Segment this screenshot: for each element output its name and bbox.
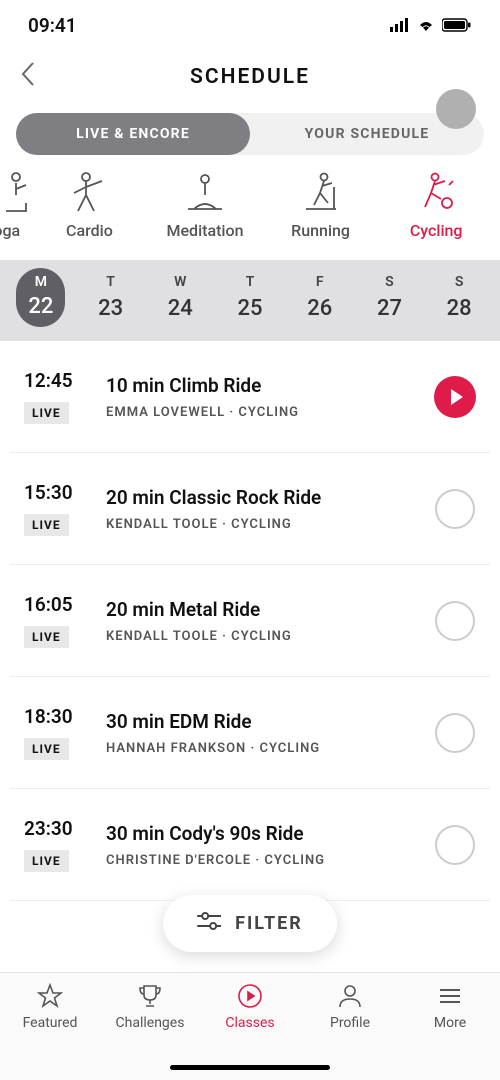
live-badge: LIVE [24, 850, 69, 872]
day-letter: M [35, 274, 47, 290]
tab-label: Challenges [116, 1015, 185, 1031]
menu-icon [437, 983, 463, 1009]
class-time: 16:05 [24, 593, 73, 616]
day-letter: W [174, 274, 186, 290]
class-row[interactable]: 23:30 LIVE 30 min Cody's 90s Ride CHRIST… [10, 789, 490, 901]
day-number: 25 [238, 296, 263, 321]
day-fri[interactable]: F 26 [285, 274, 355, 327]
category-label: Meditation [166, 221, 243, 240]
class-row[interactable]: 18:30 LIVE 30 min EDM Ride HANNAH FRANKS… [10, 677, 490, 789]
tab-label: More [434, 1015, 466, 1031]
category-label: Cycling [410, 221, 463, 240]
category-label: Running [291, 221, 350, 240]
play-circle-icon [237, 983, 263, 1009]
category-strip[interactable]: oga Cardio Meditation Running Cycling [0, 171, 500, 260]
class-row[interactable]: 12:45 LIVE 10 min Climb Ride EMMA LOVEWE… [10, 341, 490, 453]
play-button[interactable] [434, 376, 476, 418]
status-icons [390, 14, 472, 37]
day-mon[interactable]: M 22 [6, 274, 76, 327]
live-badge: LIVE [24, 626, 69, 648]
filter-button[interactable]: FILTER [163, 895, 337, 952]
class-time: 12:45 [24, 369, 73, 392]
class-title: 30 min Cody's 90s Ride [106, 822, 414, 845]
home-indicator[interactable] [170, 1065, 330, 1070]
avatar[interactable] [436, 89, 476, 129]
tab-label: Profile [330, 1015, 370, 1031]
filter-icon [197, 911, 221, 936]
filter-label: FILTER [235, 913, 303, 934]
select-circle[interactable] [435, 713, 475, 753]
class-title: 30 min EDM Ride [106, 710, 414, 733]
day-number: 28 [447, 296, 472, 321]
star-icon [37, 983, 63, 1009]
day-letter: S [455, 274, 464, 290]
day-tue[interactable]: T 23 [76, 274, 146, 327]
yoga-icon [0, 171, 28, 213]
class-title: 10 min Climb Ride [106, 374, 414, 397]
date-strip: M 22 T 23 W 24 T 25 F 26 S 27 S 28 [0, 260, 500, 341]
class-subtitle: CHRISTINE D'ERCOLE · CYCLING [106, 853, 414, 868]
cycling-icon [415, 171, 457, 213]
class-subtitle: EMMA LOVEWELL · CYCLING [106, 405, 414, 420]
category-label: Cardio [66, 221, 113, 240]
back-button[interactable] [20, 61, 36, 94]
category-meditation[interactable]: Meditation [152, 171, 258, 240]
wifi-icon [416, 14, 436, 37]
live-badge: LIVE [24, 738, 69, 760]
day-wed[interactable]: W 24 [145, 274, 215, 327]
class-row[interactable]: 16:05 LIVE 20 min Metal Ride KENDALL TOO… [10, 565, 490, 677]
day-number: 24 [168, 296, 193, 321]
day-letter: F [316, 274, 324, 290]
class-title: 20 min Classic Rock Ride [106, 486, 414, 509]
status-bar: 09:41 [0, 0, 500, 45]
day-letter: T [106, 274, 115, 290]
tab-live-encore[interactable]: LIVE & ENCORE [16, 113, 250, 155]
day-letter: S [385, 274, 394, 290]
tab-more[interactable]: More [405, 983, 495, 1080]
day-sun[interactable]: S 28 [424, 274, 494, 327]
meditation-icon [184, 171, 226, 213]
status-time: 09:41 [28, 14, 77, 37]
select-circle[interactable] [435, 489, 475, 529]
cardio-icon [68, 171, 110, 213]
play-icon [448, 389, 463, 405]
select-circle[interactable] [435, 825, 475, 865]
category-cardio[interactable]: Cardio [36, 171, 142, 240]
class-time: 23:30 [24, 817, 73, 840]
category-cycling[interactable]: Cycling [383, 171, 489, 240]
class-time: 18:30 [24, 705, 73, 728]
tab-featured[interactable]: Featured [5, 983, 95, 1080]
page-title: SCHEDULE [0, 65, 500, 89]
class-time: 15:30 [24, 481, 73, 504]
day-thu[interactable]: T 25 [215, 274, 285, 327]
tab-bar: Featured Challenges Classes Profile More [0, 972, 500, 1080]
category-yoga[interactable]: oga [0, 171, 27, 240]
class-row[interactable]: 15:30 LIVE 20 min Classic Rock Ride KEND… [10, 453, 490, 565]
battery-icon [442, 14, 472, 37]
day-number: 27 [377, 296, 402, 321]
tab-label: Classes [225, 1015, 274, 1031]
category-running[interactable]: Running [268, 171, 374, 240]
select-circle[interactable] [435, 601, 475, 641]
trophy-icon [137, 983, 163, 1009]
day-number: 23 [98, 296, 123, 321]
class-subtitle: KENDALL TOOLE · CYCLING [106, 517, 414, 532]
header: SCHEDULE [0, 45, 500, 105]
live-badge: LIVE [24, 402, 69, 424]
class-subtitle: KENDALL TOOLE · CYCLING [106, 629, 414, 644]
running-icon [300, 171, 342, 213]
category-label: oga [0, 221, 20, 240]
day-number: 26 [307, 296, 332, 321]
cellular-icon [390, 14, 410, 37]
class-list: 12:45 LIVE 10 min Climb Ride EMMA LOVEWE… [10, 341, 490, 901]
day-number: 22 [28, 294, 53, 319]
segmented-control: LIVE & ENCORE YOUR SCHEDULE [16, 113, 484, 155]
live-badge: LIVE [24, 514, 69, 536]
class-subtitle: HANNAH FRANKSON · CYCLING [106, 741, 414, 756]
day-sat[interactable]: S 27 [355, 274, 425, 327]
class-title: 20 min Metal Ride [106, 598, 414, 621]
tab-label: Featured [23, 1015, 78, 1031]
profile-icon [337, 983, 363, 1009]
day-letter: T [246, 274, 255, 290]
